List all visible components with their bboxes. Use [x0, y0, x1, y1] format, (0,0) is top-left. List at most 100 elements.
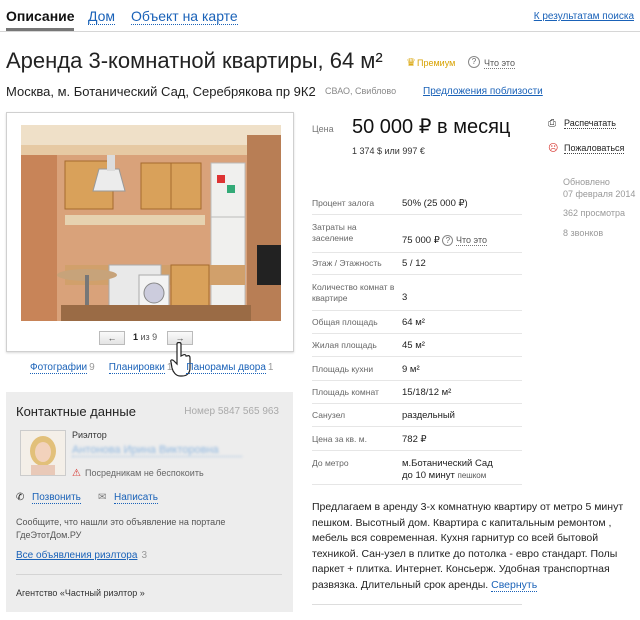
write-label: Написать — [114, 492, 158, 504]
contact-panel: Контактные данные Номер 5847 565 963 Риэ… — [6, 392, 293, 612]
detail-label: Затраты на заселение — [312, 222, 357, 243]
description: Предлагаем в аренду 3-х комнатную кварти… — [312, 500, 632, 593]
kitchen-image — [21, 125, 281, 321]
description-text: Предлагаем в аренду 3-х комнатную кварти… — [312, 501, 624, 591]
agent-photo-icon — [21, 431, 65, 475]
premium-label: Премиум — [417, 58, 456, 68]
detail-label: Этаж / Этажность — [312, 258, 382, 268]
avatar — [20, 430, 66, 476]
page-title: Аренда 3-комнатной квартиры, 64 м² — [6, 48, 383, 73]
write-button[interactable]: ✉ Написать — [98, 492, 158, 504]
all-agent-ads-count: 3 — [141, 550, 147, 561]
question-icon[interactable]: ? — [442, 235, 454, 246]
detail-value: 64 м² — [402, 317, 425, 328]
tab-house[interactable]: Дом — [88, 8, 116, 25]
pager-current: 1 — [133, 332, 139, 342]
move-in-cost-value: 75 000 ₽ — [402, 235, 440, 246]
detail-value: 782 ₽ — [402, 434, 427, 445]
gallery-links: Фотографии 9 Планировки 1 Панорамы двора 1 — [30, 362, 287, 374]
prev-photo-button[interactable]: ← — [99, 331, 125, 345]
all-agent-ads-link[interactable]: Все объявления риэлтора — [16, 550, 137, 561]
gallery-pager: ← 1 из 9 → — [99, 331, 209, 345]
call-label: Позвонить — [32, 492, 81, 504]
updated-label: Обновлено — [563, 177, 610, 187]
row-divider — [312, 310, 522, 311]
tabs-divider — [0, 31, 640, 32]
agent-name-link[interactable]: Антонова Ирина Викторовна — [72, 444, 242, 457]
collapse-link[interactable]: Свернуть — [491, 578, 538, 592]
no-agents-notice: ⚠ Посредникам не беспокоить — [72, 468, 204, 479]
row-divider — [312, 403, 522, 404]
listing-number: Номер 5847 565 963 — [184, 406, 279, 417]
detail-value: 9 м² — [402, 364, 420, 375]
district: СВАО, Свиблово — [325, 86, 397, 96]
no-agents-text: Посредникам не беспокоить — [84, 468, 204, 478]
detail-value: 15/18/12 м² — [402, 387, 452, 398]
row-divider — [312, 426, 522, 427]
detail-label: До метро — [312, 458, 349, 468]
detail-value: 45 м² — [402, 340, 425, 351]
question-icon[interactable]: ? — [468, 56, 480, 68]
price-label: Цена — [312, 124, 334, 134]
row-divider — [312, 356, 522, 357]
metro-mode: пешком — [457, 471, 487, 480]
offers-nearby-link[interactable]: Предложения поблизости — [423, 86, 543, 97]
photos-link[interactable]: Фотографии — [30, 362, 88, 374]
what-this-link[interactable]: Что это — [456, 235, 487, 246]
calls-count: 8 звонков — [563, 228, 604, 238]
detail-value: раздельный — [402, 410, 455, 421]
price-alt-currency: 1 374 $ или 997 € — [352, 146, 425, 156]
agent-name: Антонова Ирина Викторовна — [72, 444, 242, 457]
address: Москва, м. Ботанический Сад, Серебрякова… — [6, 84, 316, 99]
detail-value: 75 000 ₽ ? Что это — [402, 234, 487, 247]
phone-icon: ✆ — [16, 492, 25, 503]
call-button[interactable]: ✆ Позвонить — [16, 492, 81, 504]
pager-position: 1 из 9 — [133, 332, 157, 342]
pager-total: из 9 — [140, 332, 158, 342]
detail-label: Количество комнат в квартире — [312, 282, 395, 303]
row-divider — [312, 274, 522, 275]
all-agent-ads: Все объявления риэлтора 3 — [16, 550, 147, 561]
detail-value: 3 — [402, 292, 408, 303]
metro-station: м.Ботанический Сад — [402, 458, 493, 469]
print-button[interactable]: ⎙ Распечатать — [548, 118, 616, 129]
updated-info: Обновлено 07 февраля 2014 — [563, 176, 635, 200]
panoramas-count: 1 — [267, 362, 274, 373]
description-divider — [312, 604, 522, 605]
photo-gallery: ← 1 из 9 → — [6, 112, 294, 352]
contact-heading: Контактные данные — [16, 404, 136, 419]
detail-value: м.Ботанический Сад до 10 минут пешком — [402, 458, 493, 482]
agency-name: Агентство «Частный риэлтор » — [16, 588, 145, 598]
row-divider — [312, 333, 522, 334]
metro-time: до 10 минут — [402, 470, 455, 481]
what-this-link[interactable]: Что это — [484, 58, 515, 69]
back-to-results-link[interactable]: К результатам поиска — [534, 11, 634, 22]
views-count: 362 просмотра — [563, 208, 626, 218]
detail-value: 5 / 12 — [402, 258, 426, 269]
envelope-icon: ✉ — [98, 492, 107, 503]
detail-label: Санузел — [312, 410, 346, 420]
detail-label: Общая площадь — [312, 317, 378, 327]
tab-description[interactable]: Описание — [6, 8, 75, 24]
row-divider — [312, 450, 522, 451]
panoramas-link[interactable]: Панорамы двора — [186, 362, 266, 374]
tab-map[interactable]: Объект на карте — [131, 8, 238, 25]
detail-label: Площадь кухни — [312, 364, 374, 374]
complain-label: Пожаловаться — [564, 143, 625, 154]
premium-badge[interactable]: ♛Премиум — [405, 56, 455, 69]
apartment-photo[interactable] — [21, 125, 281, 321]
detail-label: Площадь комнат — [312, 387, 379, 397]
plans-count: 1 — [166, 362, 173, 373]
plans-link[interactable]: Планировки — [108, 362, 165, 374]
price-value: 50 000 ₽ в месяц — [352, 116, 511, 138]
row-divider — [312, 484, 522, 485]
complain-button[interactable]: ☹ Пожаловаться — [548, 143, 625, 154]
sad-face-icon: ☹ — [548, 143, 559, 154]
crown-icon: ♛ — [406, 57, 416, 69]
detail-label: Процент залога — [312, 198, 375, 208]
detail-label: Жилая площадь — [312, 340, 377, 350]
photos-count: 9 — [89, 362, 95, 373]
top-tabs: Описание Дом Объект на карте К результат… — [0, 0, 640, 34]
row-divider — [312, 380, 522, 381]
updated-date: 07 февраля 2014 — [563, 189, 636, 199]
